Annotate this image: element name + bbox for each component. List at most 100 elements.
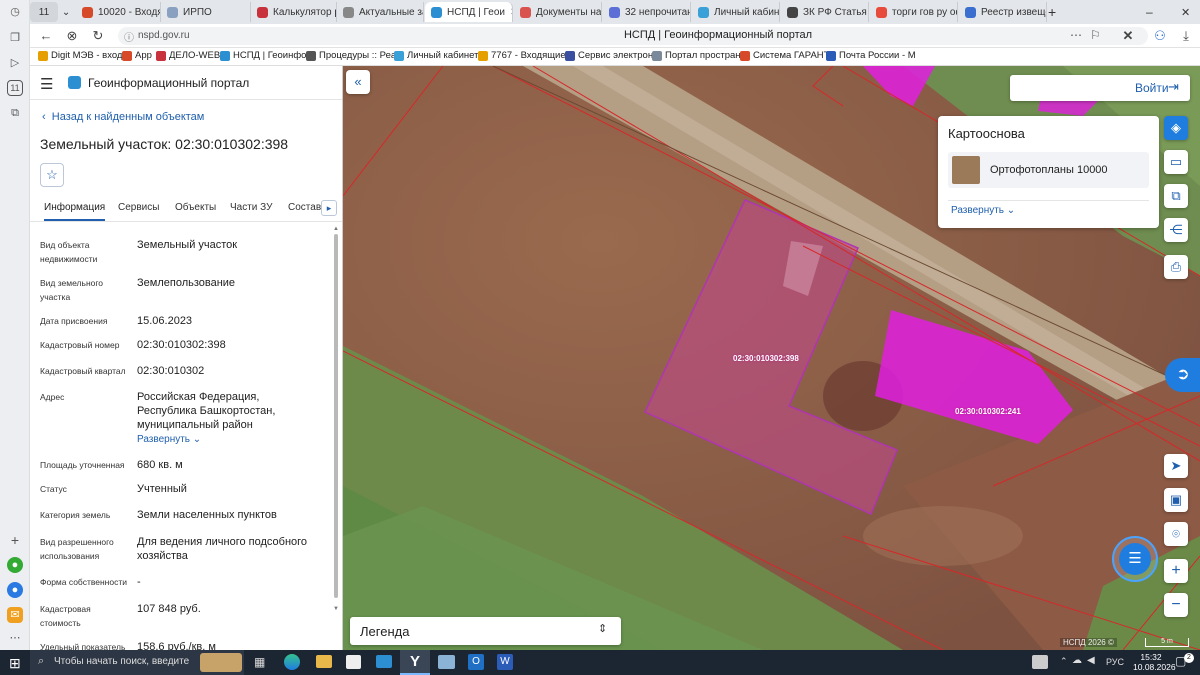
profile-icon[interactable]: ⚇ — [1152, 28, 1168, 44]
history-icon[interactable]: ◷ — [7, 4, 23, 20]
mail-app-icon[interactable]: ✉ — [7, 607, 23, 623]
panel-scrollbar[interactable] — [334, 234, 338, 598]
outlook-icon[interactable]: O — [468, 654, 484, 670]
bookmark-8[interactable]: Сервис электрон — [565, 50, 653, 61]
language-indicator[interactable]: РУС — [1106, 657, 1124, 667]
word-icon[interactable]: W — [497, 654, 513, 670]
collapse-panel-icon[interactable]: « — [346, 70, 370, 94]
play-icon[interactable]: ▷ — [7, 55, 23, 71]
browser-tab-2[interactable]: ИРПО — [161, 2, 251, 22]
app-icon-blue[interactable]: ● — [7, 582, 23, 598]
login-button[interactable]: Войти ⇥ — [1010, 75, 1190, 101]
back-link[interactable]: ‹ Назад к найденным объектам — [42, 111, 204, 123]
download-icon[interactable]: ⤓ — [1178, 28, 1194, 44]
feedback-icon[interactable]: ➲ — [1165, 358, 1200, 392]
browser-tab-9[interactable]: ЗК РФ Статья 1 — [781, 2, 869, 22]
tray-app-icon[interactable] — [1032, 655, 1048, 669]
geolocation-icon[interactable]: ➤ — [1164, 454, 1188, 478]
app-icon-green[interactable]: ● — [7, 557, 23, 573]
chevron-down-icon[interactable]: ⌄ — [59, 2, 73, 22]
address-expand-link[interactable]: Развернуть ⌄ — [137, 434, 201, 445]
chat-icon[interactable]: ☰ — [1119, 543, 1151, 575]
basemap-option[interactable]: Ортофотопланы 10000 — [948, 152, 1149, 188]
legend-dropdown[interactable]: Легенда ⇕ — [350, 617, 621, 645]
bookmark-4[interactable]: НСПД | Геоинфор — [220, 50, 312, 61]
edge-icon[interactable] — [284, 654, 300, 670]
screenshot-icon[interactable]: ⧉ — [7, 105, 23, 121]
layers-tool-icon[interactable]: ◈ — [1164, 116, 1188, 140]
bookmark-favicon — [652, 50, 662, 61]
clock[interactable]: 15:32 10.08.2026 — [1133, 652, 1176, 672]
browser-tab-4[interactable]: Актуальные за — [337, 2, 424, 22]
print-icon[interactable]: ⎙ — [1164, 255, 1188, 279]
hamburger-menu-icon[interactable]: ☰ — [40, 75, 53, 93]
volume-icon[interactable]: ◀ — [1087, 655, 1095, 666]
windows-start-icon[interactable]: ⊞ — [9, 655, 21, 672]
browser-tab-7[interactable]: 32 непрочитан — [603, 2, 691, 22]
reload-icon[interactable]: ↻ — [90, 28, 106, 44]
collections-icon[interactable]: ❐ — [7, 30, 23, 46]
yandex-browser-icon[interactable]: Y — [400, 650, 430, 675]
new-tab-icon[interactable]: + — [1042, 2, 1062, 22]
browser-tab-6[interactable]: Документы на — [514, 2, 602, 22]
scroll-up-icon[interactable]: ▲ — [333, 226, 339, 232]
bookmark-6[interactable]: Личный кабинет — [394, 50, 478, 61]
more-apps-icon[interactable]: ⋯ — [7, 630, 23, 646]
bookmark-icon[interactable]: ⚐ — [1090, 28, 1101, 42]
tab-parts[interactable]: Части ЗУ — [230, 202, 272, 213]
bookmark-7[interactable]: 7767 - Входящие — [478, 50, 566, 61]
tab-objects[interactable]: Объекты — [175, 202, 216, 213]
more-icon[interactable]: ⋯ — [1070, 28, 1082, 42]
basemap-expand-link[interactable]: Развернуть ⌄ — [951, 205, 1015, 216]
back-arrow-icon[interactable]: ← — [38, 28, 54, 44]
map-view[interactable]: 02:30:010302:398 02:30:010302:241 « Войт… — [343, 66, 1200, 650]
browser-tab-active[interactable]: НСПД | Геои ✕ — [425, 2, 513, 22]
select-area-icon[interactable]: ⧉ — [1164, 184, 1188, 208]
extension-icon[interactable]: ⊗ — [64, 28, 80, 44]
network-icon[interactable]: ☁ — [1072, 655, 1082, 666]
tab-label: Калькулятор ра — [273, 6, 336, 18]
ruler-tool-icon[interactable]: ▭ — [1164, 150, 1188, 174]
tab-information[interactable]: Информация — [44, 202, 106, 221]
tab-composition[interactable]: Состав — [288, 202, 321, 213]
bookmark-10[interactable]: Система ГАРАНТ — [740, 50, 829, 61]
chevron-left-icon: ‹ — [42, 111, 46, 123]
browser-tab-3[interactable]: Калькулятор ра — [251, 2, 337, 22]
zoom-in-icon[interactable]: + — [1164, 559, 1188, 583]
extension-puzzle-icon[interactable]: ✕ — [1120, 28, 1136, 44]
bookmark-3[interactable]: ДЕЛО-WEB — [156, 50, 220, 61]
tabs-scroll-right-icon[interactable]: ▸ — [321, 200, 337, 216]
tab-counter[interactable]: 11 — [30, 2, 58, 22]
mail-icon[interactable] — [376, 655, 392, 668]
close-tab-icon[interactable]: ✕ — [510, 7, 512, 18]
scroll-down-icon[interactable]: ▼ — [333, 606, 339, 612]
share-icon[interactable]: ⋲ — [1164, 218, 1188, 242]
zoom-out-icon[interactable]: − — [1164, 593, 1188, 617]
tab-services[interactable]: Сервисы — [118, 202, 159, 213]
browser-tab-1[interactable]: 10020 - Входящ — [76, 2, 161, 22]
bookmark-1[interactable]: Digit МЭВ - вход — [38, 50, 122, 61]
bookmark-5[interactable]: Процедуры :: Реа — [306, 50, 396, 61]
app-icon[interactable] — [438, 655, 455, 669]
bookmark-9[interactable]: Портал простран — [652, 50, 741, 61]
address-bar[interactable]: ⓘ nspd.gov.ru НСПД | Геоинформационный п… — [118, 27, 1148, 45]
clock-time: 15:32 — [1140, 652, 1162, 662]
favorite-star-icon[interactable]: ☆ — [40, 163, 64, 187]
file-explorer-icon[interactable] — [316, 655, 332, 668]
minimize-icon[interactable]: – — [1140, 2, 1158, 22]
taskbar-search[interactable]: ⌕ Чтобы начать поиск, введите — [30, 650, 244, 675]
store-icon[interactable] — [346, 655, 361, 669]
tab-favicon — [876, 6, 887, 18]
tab-count-icon[interactable]: 11 — [7, 80, 23, 96]
browser-tab-10[interactable]: торги гов ру оф — [870, 2, 958, 22]
tray-chevron-icon[interactable]: ⌃ — [1060, 656, 1068, 667]
bookmark-2[interactable]: App — [122, 50, 152, 61]
browser-tab-11[interactable]: Реестр извеще — [959, 2, 1047, 22]
add-sidebar-app-icon[interactable]: + — [7, 532, 23, 548]
close-window-icon[interactable]: ✕ — [1175, 2, 1193, 22]
pin-icon[interactable]: ⌾ — [1164, 522, 1188, 546]
task-view-icon[interactable]: ▦ — [254, 655, 265, 669]
minimap-icon[interactable]: ▣ — [1164, 488, 1188, 512]
browser-tab-8[interactable]: Личный кабине — [692, 2, 780, 22]
bookmark-11[interactable]: Почта России - М — [826, 50, 916, 61]
